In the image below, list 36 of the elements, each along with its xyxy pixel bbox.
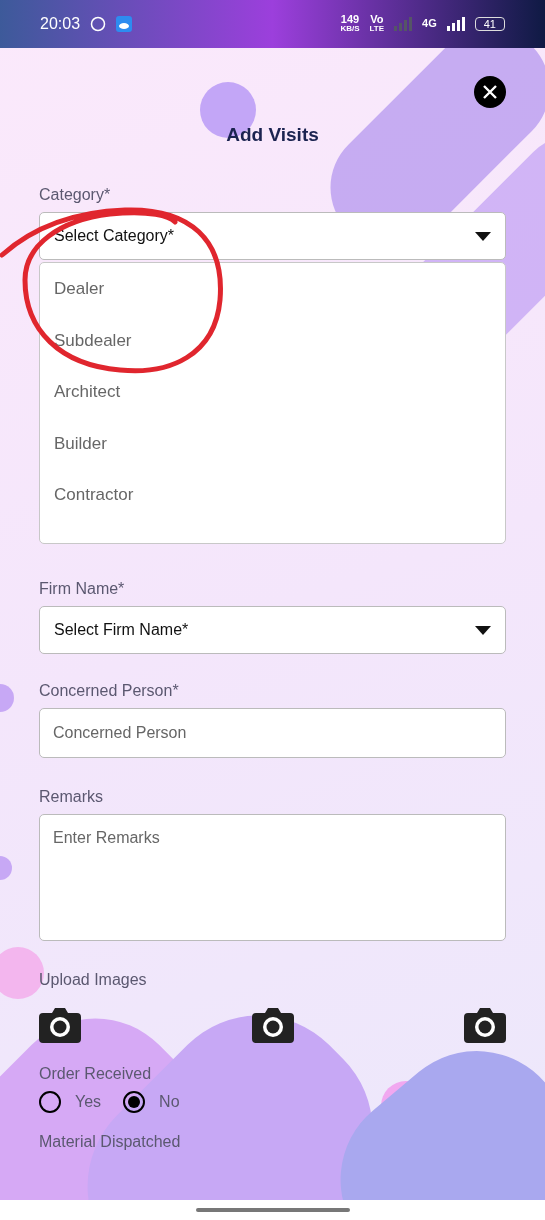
close-icon [483, 85, 497, 99]
camera-icon[interactable] [464, 1007, 506, 1043]
field-label: Remarks [39, 788, 103, 806]
field-label: Firm Name* [39, 580, 125, 598]
clock-time: 20:03 [40, 15, 81, 33]
dropdown-option[interactable]: Builder [54, 433, 107, 453]
background-bubble [0, 684, 14, 712]
camera-icon[interactable] [39, 1007, 81, 1043]
field-label: Concerned Person* [39, 682, 179, 700]
camera-icon[interactable] [251, 1007, 294, 1043]
radio-label: No [159, 1093, 180, 1111]
dropdown-option[interactable]: Architect [54, 382, 121, 401]
network-type: 4G [422, 19, 437, 29]
weather-icon [116, 16, 133, 32]
dropdown-option[interactable]: Subdealer [54, 330, 132, 350]
remarks-field[interactable]: Enter Remarks [39, 814, 506, 941]
field-label: Order Received [39, 1065, 152, 1083]
background-bubble [0, 856, 12, 880]
caret-icon [475, 231, 491, 241]
network-speed: 149 KB/S [340, 15, 360, 33]
radio-button[interactable] [123, 1091, 146, 1113]
field-label: Category* [39, 186, 111, 204]
signal-icon [446, 17, 465, 31]
field-label: Upload Images [39, 971, 147, 989]
battery-icon: 41 [474, 17, 505, 31]
volte-indicator: Vo LTE [369, 15, 385, 33]
page-title: Add Visits [225, 124, 320, 146]
caret-icon [475, 625, 491, 635]
signal-icon [394, 17, 413, 31]
radio-label: Yes [75, 1093, 102, 1111]
field-label: Material Dispatched [39, 1133, 181, 1151]
input-field[interactable]: Concerned Person [39, 708, 506, 758]
dropdown-option[interactable]: Contractor [54, 485, 134, 504]
radio-button[interactable] [39, 1091, 61, 1113]
firm-name-select[interactable]: Select Firm Name* [39, 606, 506, 654]
dropdown-option[interactable]: Dealer [54, 279, 105, 298]
